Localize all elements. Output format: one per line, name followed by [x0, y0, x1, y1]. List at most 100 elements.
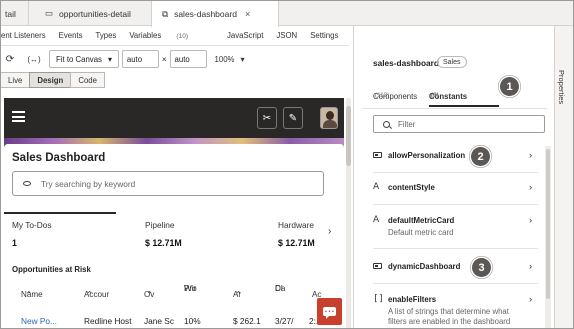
search-icon — [23, 181, 31, 186]
editor-tab-sales-dashboard[interactable]: ⧉ sales-dashboard × — [151, 1, 279, 27]
wrench-icon[interactable]: ✎ — [283, 107, 303, 129]
column-header-account[interactable]: Accour ⌃ — [84, 290, 109, 300]
tab-types[interactable]: Types — [96, 31, 117, 40]
designer-window: tail ▭ opportunities-detail ⧉ sales-dash… — [0, 0, 574, 329]
column-header-label: Ar — [233, 290, 242, 299]
metric-label: My To-Dos — [12, 220, 52, 230]
tab-events[interactable]: Events — [59, 31, 83, 40]
column-header-label: Pro — [184, 284, 197, 293]
metric-card-todos[interactable]: My To-Dos 1 — [12, 220, 52, 248]
metric-label: Pipeline — [145, 220, 175, 230]
hamburger-menu-icon[interactable] — [12, 111, 25, 122]
object-icon — [373, 151, 383, 161]
constant-name: allowPersonalization — [388, 151, 466, 160]
chevron-down-icon: ▾ — [107, 54, 112, 64]
width-input[interactable]: auto — [121, 50, 159, 68]
tab-event-listeners[interactable]: ent Listeners — [1, 31, 46, 40]
selected-metric-indicator — [4, 212, 116, 214]
width-value: auto — [126, 54, 143, 64]
canvas-scrollbar[interactable] — [346, 98, 351, 328]
constant-description: Default metric card — [388, 228, 454, 237]
tab-json[interactable]: JSON — [276, 31, 297, 40]
variables-count: (10) — [176, 33, 188, 40]
constants-count: (8) — [431, 92, 439, 99]
metric-cards: My To-Dos 1 Pipeline $ 12.71M Hardware $… — [4, 212, 344, 252]
divider — [373, 248, 538, 249]
column-header-label: Da — [275, 284, 286, 293]
mode-code-button[interactable]: Code — [70, 72, 105, 88]
height-value: auto — [174, 54, 190, 64]
filter-input[interactable]: Filter — [373, 115, 545, 133]
table-cell: 3/27/ — [275, 316, 294, 326]
properties-panel: sales-dashboard Sales Components (113) Co… — [353, 26, 554, 328]
zoom-select[interactable]: 100% ▾ — [215, 50, 245, 68]
tab-variables-label: Variables — [129, 31, 162, 40]
metric-label: Hardware — [278, 220, 314, 230]
column-header-name[interactable]: Name ⌃ — [21, 290, 43, 300]
chevron-right-icon[interactable]: › — [328, 226, 331, 237]
bounds-toggle-icon[interactable]: (↔) — [23, 50, 45, 68]
chevron-right-icon: › — [529, 215, 533, 226]
height-input[interactable]: auto — [169, 50, 207, 68]
constant-description: A list of strings that determine what fi… — [388, 307, 511, 328]
table-cell: Redline Host — [84, 316, 132, 326]
table-header: Name ⌃ Accour ⌃ Ov ⌃ Wir Pro Ar ⌃ Cl Da Ac — [4, 284, 344, 306]
column-header-amount[interactable]: Ar ⌃ — [233, 290, 242, 300]
chat-icon[interactable] — [317, 298, 342, 325]
string-icon: A — [373, 182, 380, 192]
tab-variables[interactable]: Variables (10) — [129, 31, 201, 40]
constant-name: enableFilters — [388, 295, 437, 304]
search-icon — [383, 120, 390, 128]
active-tab-indicator — [429, 105, 499, 107]
column-header-label: Accour — [84, 290, 110, 299]
step-callout-2: 2 — [471, 147, 490, 166]
panel-title: sales-dashboard — [373, 58, 439, 68]
opportunity-link[interactable]: New Po... — [21, 316, 57, 326]
properties-rail[interactable]: Properties — [554, 26, 573, 328]
status-badge: Sales — [437, 56, 467, 68]
table-cell: Jane Sc — [144, 316, 174, 326]
filter-placeholder: Filter — [398, 119, 416, 129]
mode-switch: Live Design Code — [1, 72, 105, 88]
search-input[interactable]: Try searching by keyword — [12, 171, 324, 196]
chevron-right-icon: › — [529, 182, 533, 193]
page-icon: ▭ — [45, 8, 54, 18]
chevron-right-icon: › — [529, 294, 533, 305]
metric-value: $ 12.71M — [278, 238, 315, 248]
column-header-owner[interactable]: Ov ⌃ — [144, 290, 155, 300]
mode-design-button[interactable]: Design — [29, 72, 72, 88]
metric-card-pipeline[interactable]: Pipeline $ 12.71M — [145, 220, 182, 248]
chevron-right-icon: › — [529, 150, 533, 161]
zoom-value: 100% — [214, 54, 235, 64]
editor-tab-label: tail — [5, 8, 16, 19]
editor-tab-detail[interactable]: tail — [1, 1, 29, 26]
mode-live-button[interactable]: Live — [1, 72, 31, 88]
editor-tab-label: opportunities-detail — [59, 8, 131, 19]
constant-name: defaultMetricCard — [388, 216, 455, 225]
components-count: (113) — [375, 92, 390, 99]
string-icon: A — [373, 215, 380, 225]
fit-select[interactable]: Fit to Canvas ▾ — [49, 50, 119, 68]
panel-scrollbar[interactable] — [545, 146, 551, 328]
times-sign: × — [161, 54, 167, 64]
search-placeholder: Try searching by keyword — [41, 178, 136, 189]
metric-card-hardware[interactable]: Hardware $ 12.71M — [278, 220, 315, 248]
design-canvas[interactable]: ✂ ✎ Sales Dashboard Try searching by key… — [4, 98, 344, 328]
close-icon[interactable]: × — [245, 9, 250, 19]
refresh-icon[interactable]: ⟳ — [3, 50, 17, 68]
array-icon: [] — [373, 294, 384, 304]
column-header-label: Ov — [144, 290, 155, 299]
step-callout-1: 1 — [500, 77, 519, 96]
editor-tab-opportunities-detail[interactable]: ▭ opportunities-detail — [41, 1, 131, 26]
tab-javascript[interactable]: JavaScript — [227, 31, 263, 40]
avatar[interactable] — [320, 107, 338, 129]
tools-icon[interactable]: ✂ — [257, 107, 277, 129]
canvas-toolbar: ⟳ (↔) Fit to Canvas ▾ auto × auto 100% ▾ — [1, 46, 349, 72]
tab-settings[interactable]: Settings — [310, 31, 338, 40]
page-icon: ⧉ — [162, 8, 169, 19]
table-row[interactable]: New Po... Redline Host Jane Sc 10% $ 262… — [4, 314, 344, 328]
divider — [373, 204, 538, 205]
metric-value: $ 12.71M — [145, 238, 182, 248]
chevron-right-icon: › — [529, 261, 533, 272]
editor-tab-bar: tail ▭ opportunities-detail ⧉ sales-dash… — [1, 1, 573, 27]
